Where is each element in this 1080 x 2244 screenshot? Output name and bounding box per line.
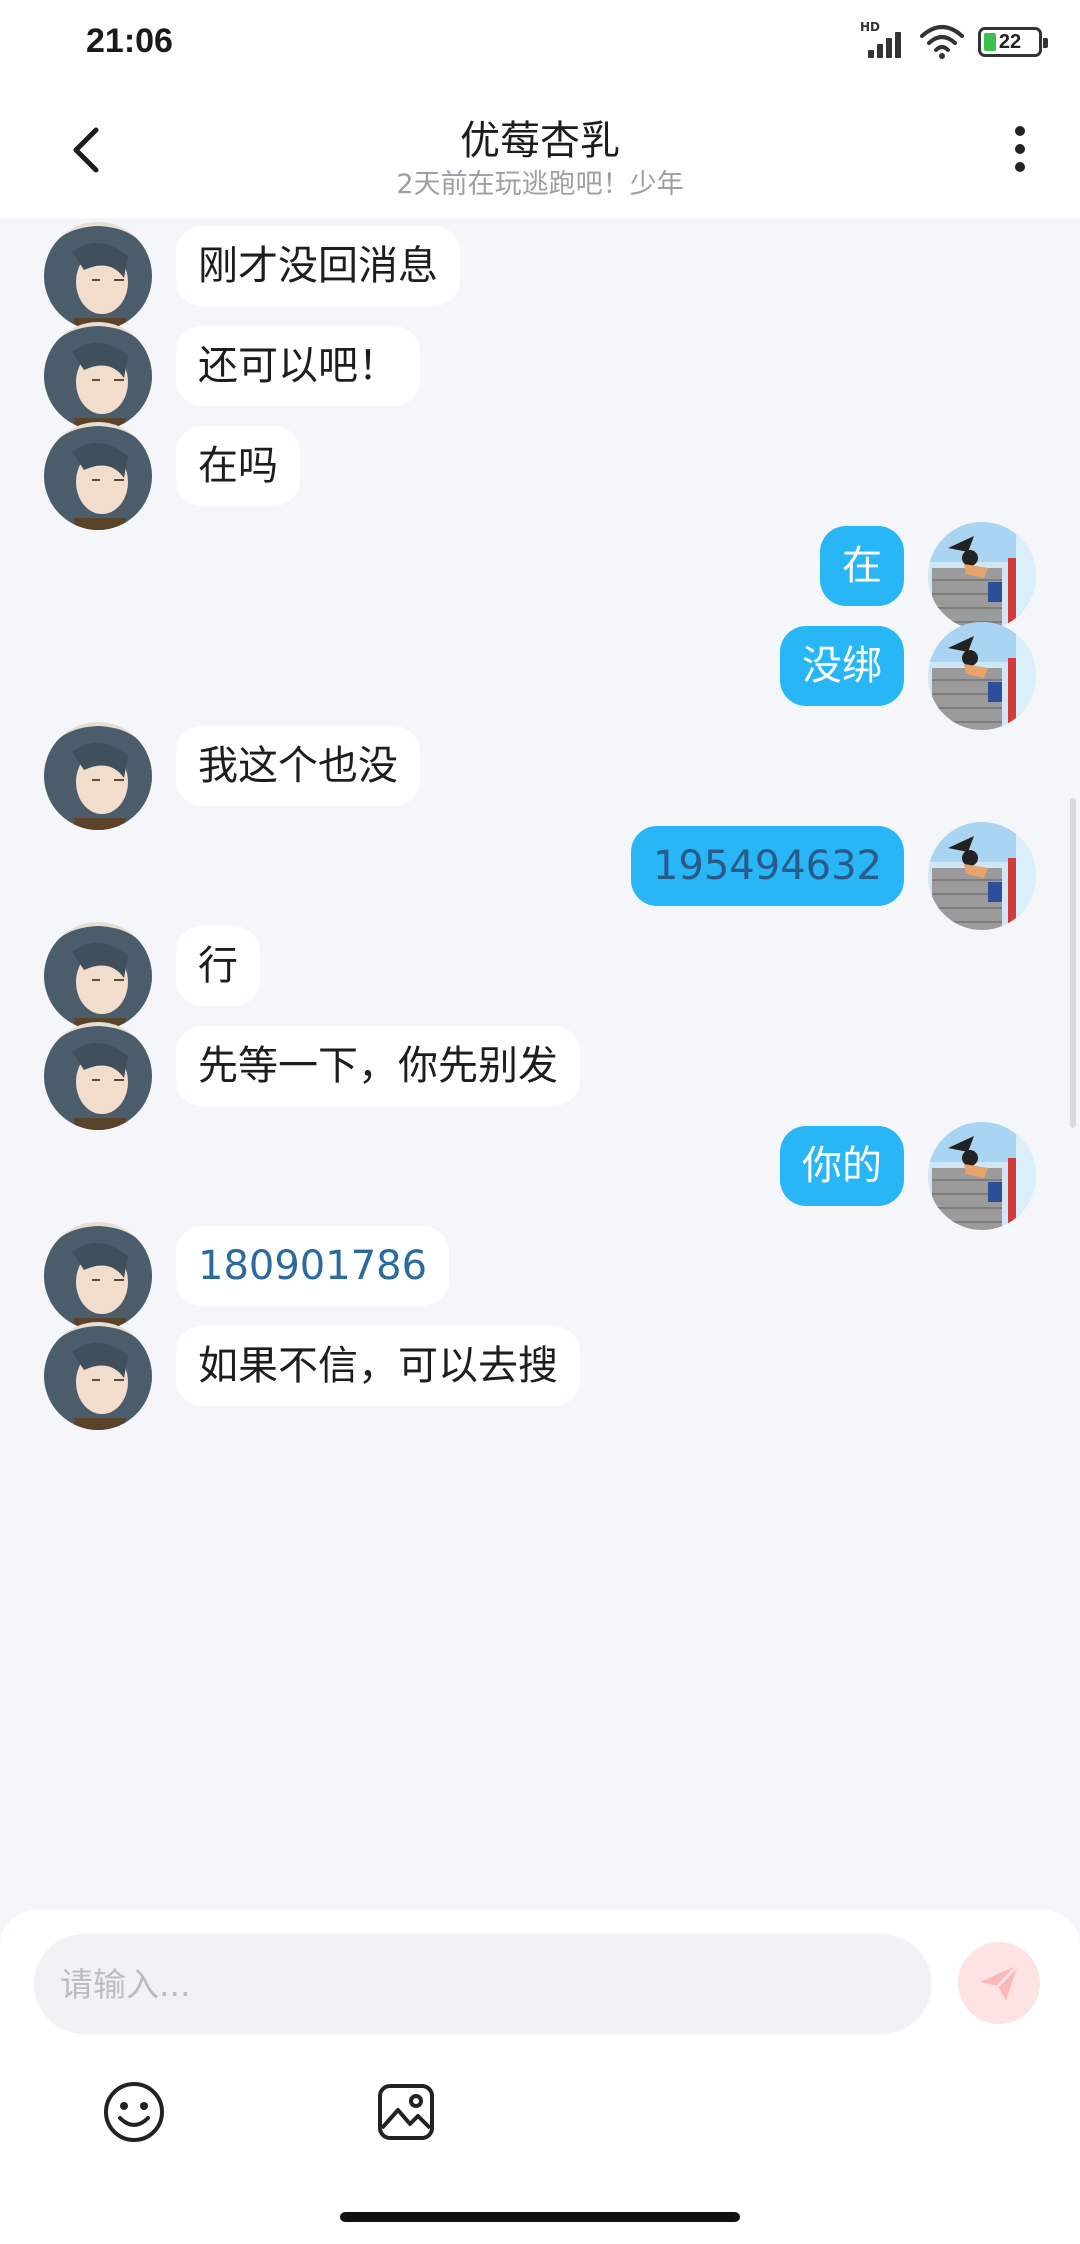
- message-row: 在: [0, 518, 1080, 634]
- message-bubble[interactable]: 行: [176, 926, 260, 1006]
- more-vertical-icon: [1015, 126, 1025, 136]
- image-button[interactable]: [374, 2080, 438, 2144]
- send-icon: [980, 1963, 1020, 2001]
- message-bubble[interactable]: 我这个也没: [176, 726, 420, 806]
- contact-name: 优莓杏乳: [460, 118, 620, 164]
- message-row: 没绑: [0, 618, 1080, 734]
- message-row: 180901786: [0, 1218, 1080, 1334]
- cellular-signal-icon: HD: [860, 20, 906, 60]
- contact-avatar[interactable]: [44, 322, 152, 430]
- signal-hd-label: HD: [860, 20, 881, 34]
- status-bar: 21:06 HD 22: [0, 0, 1080, 90]
- message-row: 我这个也没: [0, 718, 1080, 834]
- battery-level: 22: [998, 30, 1022, 53]
- message-bubble[interactable]: 195494632: [630, 826, 904, 906]
- message-row: 你的: [0, 1118, 1080, 1234]
- status-time: 21:06: [86, 22, 173, 60]
- my-avatar[interactable]: [928, 622, 1036, 730]
- message-bubble[interactable]: 还可以吧！: [176, 326, 420, 406]
- my-avatar[interactable]: [928, 522, 1036, 630]
- message-bubble[interactable]: 刚才没回消息: [176, 226, 460, 306]
- send-button[interactable]: [958, 1942, 1040, 2024]
- message-row: 如果不信，可以去搜: [0, 1318, 1080, 1434]
- message-input[interactable]: [34, 1934, 932, 2034]
- message-bubble[interactable]: 在: [820, 526, 904, 606]
- message-bubble[interactable]: 先等一下，你先别发: [176, 1026, 580, 1106]
- chat-header: 优莓杏乳 2天前在玩逃跑吧！少年: [0, 90, 1080, 218]
- message-row: 先等一下，你先别发: [0, 1018, 1080, 1134]
- message-bubble[interactable]: 没绑: [780, 626, 904, 706]
- message-row: 还可以吧！: [0, 318, 1080, 434]
- my-avatar[interactable]: [928, 1122, 1036, 1230]
- contact-avatar[interactable]: [44, 722, 152, 830]
- scrollbar[interactable]: [1070, 798, 1076, 1128]
- contact-status: 2天前在玩逃跑吧！少年: [396, 169, 684, 200]
- message-row: 195494632: [0, 818, 1080, 934]
- message-row: 刚才没回消息: [0, 218, 1080, 334]
- contact-avatar[interactable]: [44, 1022, 152, 1130]
- message-bubble[interactable]: 如果不信，可以去搜: [176, 1326, 580, 1406]
- more-options-button[interactable]: [1000, 118, 1040, 182]
- message-bubble[interactable]: 180901786: [176, 1226, 450, 1306]
- message-composer: [0, 1910, 1080, 2244]
- emoji-button[interactable]: [102, 2080, 166, 2144]
- message-row: 行: [0, 918, 1080, 1034]
- message-list[interactable]: 刚才没回消息 还可以吧！ 在吗 在 没绑 我这个也没 195494632 行 先…: [0, 218, 1080, 1910]
- message-row: 在吗: [0, 418, 1080, 534]
- message-bubble[interactable]: 在吗: [176, 426, 300, 506]
- home-indicator[interactable]: [340, 2212, 740, 2222]
- contact-avatar[interactable]: [44, 922, 152, 1030]
- contact-avatar[interactable]: [44, 422, 152, 530]
- status-icons: HD 22: [860, 20, 1048, 60]
- contact-avatar[interactable]: [44, 222, 152, 330]
- message-bubble[interactable]: 你的: [780, 1126, 904, 1206]
- battery-icon: 22: [978, 27, 1048, 57]
- wifi-icon: [920, 25, 964, 59]
- my-avatar[interactable]: [928, 822, 1036, 930]
- contact-avatar[interactable]: [44, 1322, 152, 1430]
- contact-avatar[interactable]: [44, 1222, 152, 1330]
